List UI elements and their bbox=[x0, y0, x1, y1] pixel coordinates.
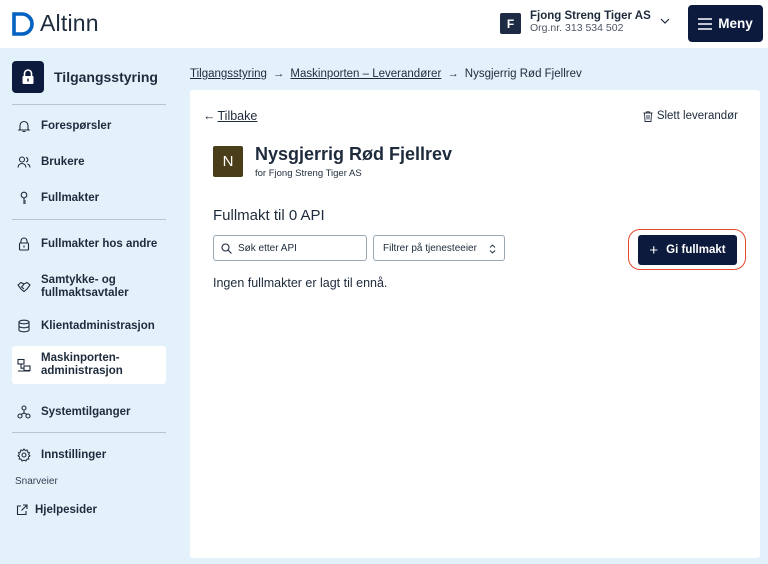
provider-subtitle: for Fjong Streng Tiger AS bbox=[255, 168, 362, 179]
breadcrumb-current: Nysgjerrig Rød Fjellrev bbox=[464, 68, 582, 80]
search-field[interactable] bbox=[213, 235, 367, 261]
divider bbox=[12, 219, 166, 220]
system-access-icon bbox=[17, 405, 31, 419]
section-title: Fullmakt til 0 API bbox=[213, 207, 325, 224]
users-icon bbox=[17, 155, 31, 169]
sidebar-item-maskinporten[interactable]: Maskinporten-administrasjon bbox=[12, 346, 166, 384]
empty-state-text: Ingen fullmakter er lagt til ennå. bbox=[213, 276, 388, 290]
sidebar-item-hjelpesider[interactable]: Hjelpesider bbox=[12, 502, 166, 518]
hamburger-icon bbox=[698, 17, 713, 30]
sidebar-item-innstillinger[interactable]: Innstillinger bbox=[12, 447, 166, 463]
search-input[interactable] bbox=[238, 242, 358, 254]
plus-icon: + bbox=[649, 241, 659, 259]
top-header: Altinn F Fjong Streng Tiger AS Org.nr. 3… bbox=[0, 0, 768, 48]
sidebar-item-forespoersler[interactable]: Forespørsler bbox=[12, 118, 166, 134]
sidebar-title[interactable]: Tilgangsstyring bbox=[12, 58, 166, 96]
padlock-icon bbox=[12, 61, 44, 93]
sidebar-item-fullmakter[interactable]: Fullmakter bbox=[12, 190, 166, 206]
org-switcher[interactable]: F Fjong Streng Tiger AS Org.nr. 313 534 … bbox=[500, 10, 670, 34]
arrow-right-icon: → bbox=[447, 68, 459, 80]
sidebar-item-klientadministrasjon[interactable]: Klientadministrasjon bbox=[12, 318, 166, 334]
bell-icon bbox=[17, 119, 31, 133]
grant-access-button[interactable]: + Gi fullmakt bbox=[638, 235, 737, 265]
search-icon bbox=[221, 242, 232, 254]
menu-label: Meny bbox=[718, 16, 753, 31]
sidebar-item-samtykke[interactable]: Samtykke- og fullmaktsavtaler bbox=[12, 273, 166, 301]
breadcrumb-link-leverandoerer[interactable]: Maskinporten – Leverandører bbox=[290, 68, 441, 80]
back-link[interactable]: ← Tilbake bbox=[203, 109, 257, 123]
breadcrumb: Tilgangsstyring → Maskinporten – Leveran… bbox=[190, 68, 582, 80]
logo-text: Altinn bbox=[40, 10, 99, 36]
divider bbox=[12, 104, 166, 105]
breadcrumb-link-tilgangsstyring[interactable]: Tilgangsstyring bbox=[190, 68, 267, 80]
menu-button[interactable]: Meny bbox=[688, 5, 763, 42]
network-icon bbox=[17, 358, 31, 372]
database-icon bbox=[17, 319, 31, 333]
arrow-right-icon: → bbox=[272, 68, 285, 80]
org-avatar: F bbox=[500, 13, 521, 34]
divider bbox=[12, 432, 166, 433]
gear-icon bbox=[17, 448, 31, 462]
sidebar-item-brukere[interactable]: Brukere bbox=[12, 154, 166, 170]
key-icon bbox=[17, 191, 31, 205]
lock-icon bbox=[17, 237, 31, 251]
org-name: Fjong Streng Tiger AS bbox=[530, 10, 651, 22]
handshake-icon bbox=[17, 280, 31, 294]
provider-avatar: N bbox=[213, 146, 243, 177]
altinn-logo-icon bbox=[12, 11, 34, 36]
org-number: Org.nr. 313 534 502 bbox=[530, 22, 624, 34]
sidebar-title-label: Tilgangsstyring bbox=[54, 69, 158, 85]
shortcuts-heading: Snarveier bbox=[15, 476, 58, 487]
filter-label: Filtrer på tjenesteeier bbox=[383, 242, 477, 254]
sidebar-item-fullmakter-hos-andre[interactable]: Fullmakter hos andre bbox=[12, 230, 166, 258]
arrow-left-icon: ← bbox=[203, 109, 216, 123]
chevron-down-icon bbox=[660, 18, 670, 24]
updown-chevron-icon bbox=[489, 244, 496, 254]
delete-provider-button[interactable]: Slett leverandør bbox=[643, 110, 738, 122]
trash-icon bbox=[643, 110, 653, 122]
sidebar-item-systemtilganger[interactable]: Systemtilganger bbox=[12, 404, 166, 420]
main-card: ← Tilbake Slett leverandør N Nysgjerrig … bbox=[190, 90, 760, 558]
external-link-icon bbox=[15, 503, 29, 517]
altinn-logo[interactable]: Altinn bbox=[12, 10, 99, 37]
provider-name: Nysgjerrig Rød Fjellrev bbox=[255, 144, 453, 164]
service-owner-filter[interactable]: Filtrer på tjenesteeier bbox=[373, 235, 505, 261]
